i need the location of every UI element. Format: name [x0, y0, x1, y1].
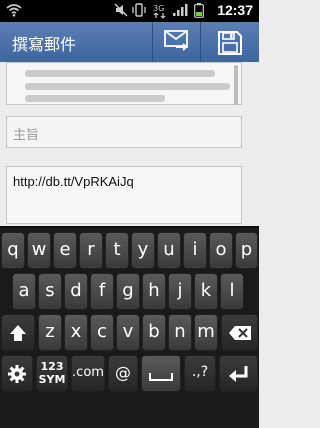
save-draft-button[interactable]	[200, 22, 260, 62]
recipients-blurred-line	[25, 70, 215, 77]
space-key[interactable]	[141, 355, 181, 392]
key-i[interactable]: i	[183, 232, 207, 269]
gear-icon	[8, 365, 26, 383]
key-l[interactable]: l	[220, 273, 244, 310]
key-p[interactable]: p	[235, 232, 258, 269]
save-icon	[218, 31, 242, 55]
key-r[interactable]: r	[79, 232, 103, 269]
key-q[interactable]: q	[1, 232, 25, 269]
key-n[interactable]: n	[168, 314, 192, 351]
key-g[interactable]: g	[116, 273, 140, 310]
key-s[interactable]: s	[38, 273, 62, 310]
mute-icon	[114, 3, 128, 21]
key-a[interactable]: a	[12, 273, 36, 310]
key-w[interactable]: w	[27, 232, 51, 269]
action-bar: 撰寫郵件	[0, 22, 259, 62]
symbols-key[interactable]: 123 SYM	[36, 355, 68, 392]
key-h[interactable]: h	[142, 273, 166, 310]
key-y[interactable]: y	[131, 232, 155, 269]
key-d[interactable]: d	[64, 273, 88, 310]
status-time: 12:37	[217, 2, 253, 18]
backspace-icon	[228, 326, 251, 340]
body-text: http://db.tt/VpRKAiJq	[13, 174, 134, 189]
wifi-icon	[6, 3, 22, 21]
key-e[interactable]: e	[53, 232, 77, 269]
shift-arrow-icon	[10, 325, 26, 341]
key-u[interactable]: u	[157, 232, 181, 269]
scrollbar[interactable]	[234, 65, 238, 105]
settings-key[interactable]	[1, 355, 33, 392]
key-j[interactable]: j	[168, 273, 192, 310]
send-button[interactable]	[152, 22, 199, 62]
key-v[interactable]: v	[116, 314, 140, 351]
body-field[interactable]: http://db.tt/VpRKAiJq	[6, 166, 242, 224]
vibrate-icon	[132, 3, 146, 21]
recipients-blurred-line	[25, 95, 165, 102]
punctuation-key[interactable]: .,?	[184, 355, 216, 392]
compose-form: 主旨 http://db.tt/VpRKAiJq	[0, 62, 259, 226]
key-k[interactable]: k	[194, 273, 218, 310]
page-title: 撰寫郵件	[12, 35, 77, 54]
enter-icon	[228, 366, 247, 382]
key-t[interactable]: t	[105, 232, 129, 269]
key-b[interactable]: b	[142, 314, 166, 351]
key-m[interactable]: m	[194, 314, 218, 351]
recipients-field[interactable]	[6, 62, 242, 105]
key-x[interactable]: x	[64, 314, 88, 351]
subject-placeholder: 主旨	[13, 128, 40, 143]
at-key[interactable]: @	[108, 355, 138, 392]
space-icon	[149, 373, 173, 381]
signal-icon	[172, 3, 188, 21]
subject-field[interactable]: 主旨	[6, 116, 242, 148]
shift-key[interactable]	[1, 314, 35, 351]
dotcom-key[interactable]: .com	[71, 355, 105, 392]
battery-icon	[194, 3, 204, 22]
status-bar: 3G 12:37	[0, 0, 259, 22]
recipients-blurred-line	[25, 83, 230, 90]
send-icon	[164, 30, 189, 51]
svg-text:3G: 3G	[153, 4, 164, 13]
key-c[interactable]: c	[90, 314, 114, 351]
key-f[interactable]: f	[90, 273, 114, 310]
enter-key[interactable]	[219, 355, 258, 392]
key-z[interactable]: z	[38, 314, 62, 351]
backspace-key[interactable]	[221, 314, 258, 351]
soft-keyboard: q w e r t y u i o p a s d f g h j k l z …	[0, 226, 259, 428]
key-o[interactable]: o	[209, 232, 233, 269]
